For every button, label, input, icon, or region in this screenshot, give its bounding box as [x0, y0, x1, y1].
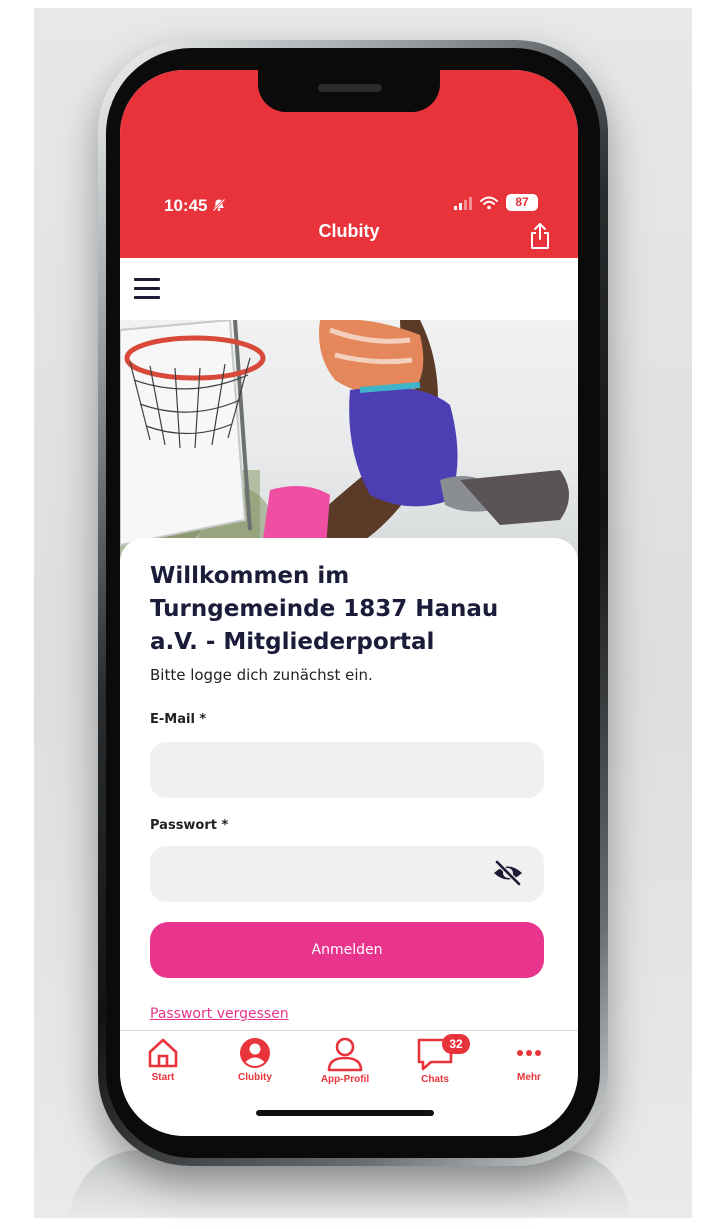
user-circle-icon: [240, 1038, 270, 1068]
battery-indicator: 87: [506, 194, 538, 211]
login-button[interactable]: Anmelden: [150, 922, 544, 978]
tab-chats-label: Chats: [421, 1074, 449, 1085]
tab-start[interactable]: Start: [120, 1036, 208, 1083]
hero-image: [120, 320, 578, 560]
more-dots-icon: [517, 1050, 541, 1056]
tab-mehr-label: Mehr: [517, 1072, 541, 1083]
email-input[interactable]: [150, 742, 544, 798]
password-input[interactable]: [150, 846, 544, 902]
signal-icon: [454, 196, 472, 210]
tab-app-profil[interactable]: App-Profil: [300, 1036, 390, 1085]
tab-mehr[interactable]: Mehr: [484, 1036, 574, 1083]
tab-app-profil-label: App-Profil: [320, 1074, 370, 1085]
status-time: 10:45: [164, 196, 226, 216]
hamburger-menu-icon[interactable]: [134, 278, 160, 300]
home-indicator: [256, 1110, 434, 1116]
tab-chats[interactable]: 32 Chats: [390, 1034, 480, 1085]
share-icon[interactable]: [528, 222, 552, 250]
wifi-icon: [480, 196, 498, 209]
tabbar-divider: [120, 1030, 578, 1031]
bell-muted-icon: [212, 198, 226, 212]
phone-frame: 10:45 87 Clubity Willkommen im Turngemei…: [98, 40, 608, 1166]
login-card: Willkommen im Turngemeinde 1837 Hanau a.…: [120, 538, 578, 1022]
welcome-line-3: a.V. - Mitgliederportal: [150, 629, 435, 655]
app-title: Clubity: [318, 221, 380, 241]
welcome-heading: Willkommen im Turngemeinde 1837 Hanau a.…: [150, 560, 560, 659]
welcome-line-1: Willkommen im: [150, 563, 350, 589]
home-icon: [148, 1038, 178, 1068]
chats-badge: 32: [442, 1034, 470, 1054]
login-subtitle: Bitte logge dich zunächst ein.: [150, 666, 373, 684]
password-label: Passwort *: [150, 818, 229, 833]
user-outline-icon: [327, 1037, 363, 1072]
menu-row: [120, 258, 578, 320]
tab-start-label: Start: [151, 1072, 175, 1083]
tab-clubity-label: Clubity: [238, 1072, 272, 1083]
eye-off-icon[interactable]: [492, 860, 524, 886]
email-label: E-Mail *: [150, 712, 207, 727]
forgot-password-link[interactable]: Passwort vergessen: [150, 1006, 289, 1022]
bottom-tab-bar: Start Clubity App-Profil 32 Chats Mehr: [120, 1032, 578, 1136]
tab-clubity[interactable]: Clubity: [210, 1036, 300, 1083]
phone-screen: 10:45 87 Clubity Willkommen im Turngemei…: [120, 70, 578, 1136]
notch: [258, 70, 440, 112]
speaker: [318, 84, 382, 92]
welcome-line-2: Turngemeinde 1837 Hanau: [150, 596, 499, 622]
basketball-photo: [120, 320, 569, 560]
status-time-text: 10:45: [164, 196, 208, 215]
status-indicators: 87: [454, 194, 538, 211]
